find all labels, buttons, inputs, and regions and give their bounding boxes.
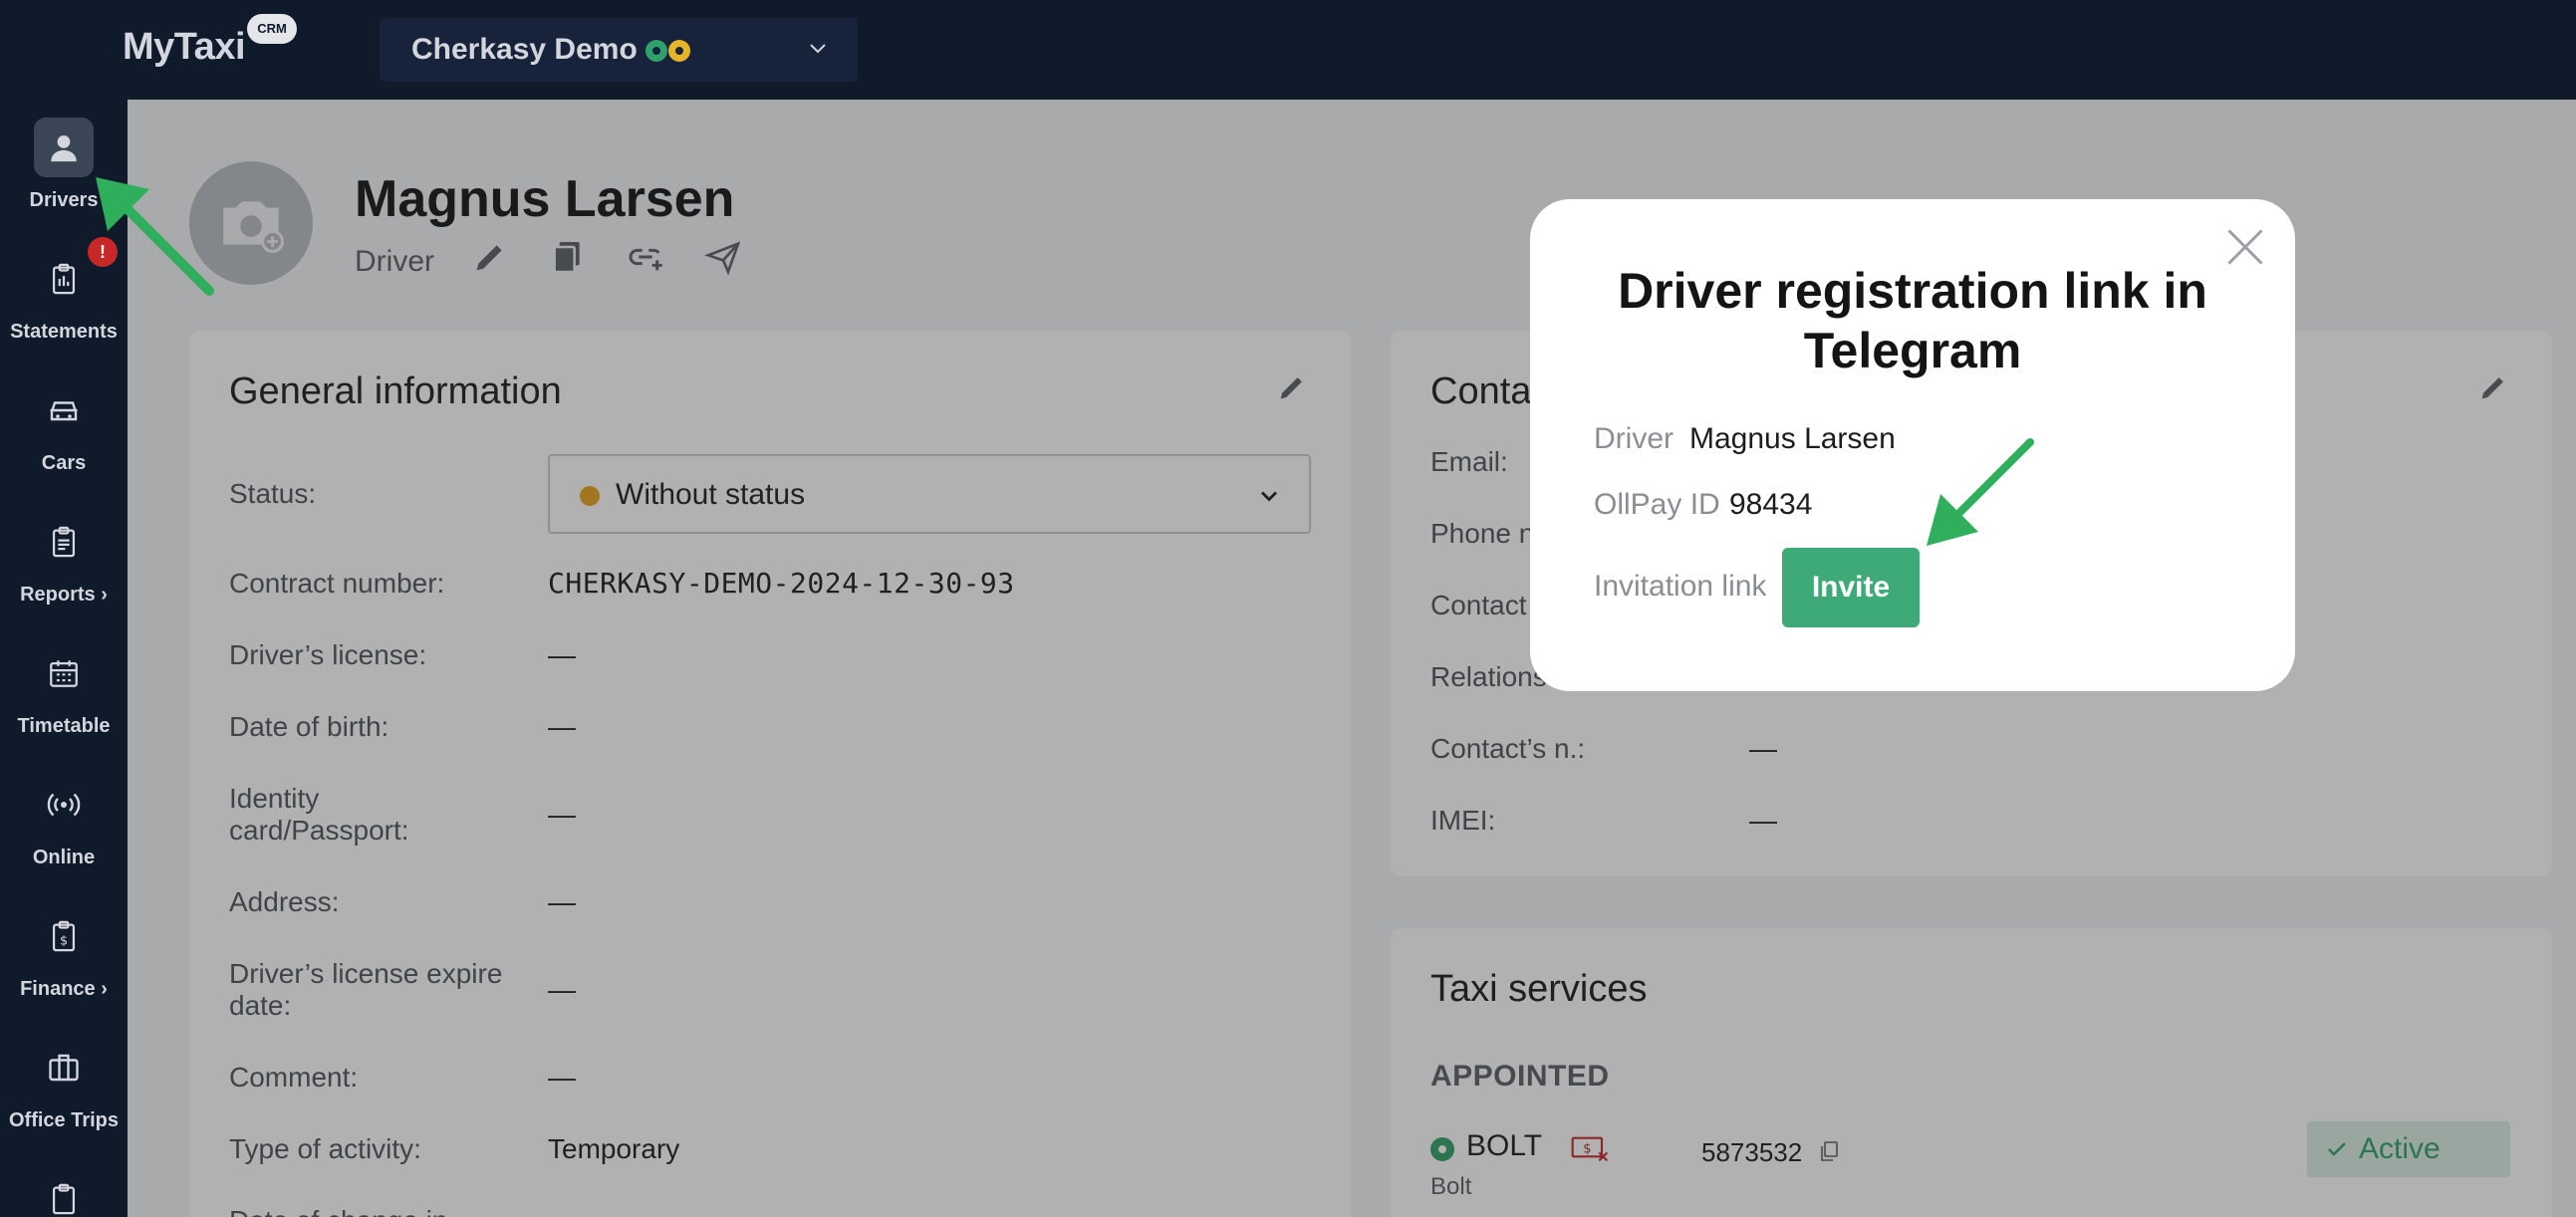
company-selector[interactable]: Cherkasy Demo — [380, 18, 858, 82]
driver-label: Driver — [1594, 422, 1674, 455]
clipboard-icon — [34, 249, 94, 309]
annotation-arrow-drivers — [96, 177, 214, 296]
sidebar-item-label: Statements — [10, 321, 118, 343]
user-icon — [34, 118, 94, 177]
sidebar-item-office-trips[interactable]: Office Trips — [0, 1020, 128, 1139]
top-bar: MyTaxi CRM Cherkasy Demo — [0, 0, 2576, 100]
sidebar-item-label: Office Trips — [8, 1109, 120, 1131]
ollpay-id-value: 98434 — [1729, 488, 1813, 521]
invitation-link-label: Invitation link — [1594, 570, 1767, 603]
calendar-icon — [34, 643, 94, 703]
invite-button[interactable]: Invite — [1782, 548, 1920, 627]
annotation-arrow-invite — [1927, 438, 2034, 546]
clipboard-icon — [34, 1169, 94, 1217]
status-yellow-icon — [668, 40, 690, 62]
ollpay-id-label: OllPay ID — [1594, 488, 1720, 521]
svg-text:$: $ — [60, 934, 68, 949]
sidebar-item-reports[interactable]: Reports › — [0, 494, 128, 613]
briefcase-icon — [34, 1038, 94, 1097]
sidebar-item-label: Reports › — [20, 584, 108, 606]
chevron-down-icon — [810, 44, 826, 54]
status-green-icon — [645, 40, 667, 62]
sidebar-item-more[interactable] — [0, 1151, 128, 1217]
broadcast-icon — [34, 775, 94, 835]
report-icon — [34, 512, 94, 572]
sidebar-item-label: Cars — [41, 452, 87, 474]
sidebar-item-label: Timetable — [17, 715, 111, 737]
company-name: Cherkasy Demo — [411, 33, 638, 66]
sidebar-item-finance[interactable]: $ Finance › — [0, 888, 128, 1008]
sidebar-item-online[interactable]: Online — [0, 757, 128, 876]
modal-title: Driver registration link in Telegram — [1618, 263, 2207, 378]
sidebar-item-label: Finance › — [20, 978, 108, 1000]
sidebar-item-label: Online — [32, 847, 96, 868]
crm-badge: CRM — [247, 14, 297, 44]
driver-value: Magnus Larsen — [1689, 422, 1896, 455]
sidebar-item-timetable[interactable]: Timetable — [0, 625, 128, 745]
telegram-link-modal: Driver registration link in Telegram Dri… — [1530, 199, 2295, 691]
sidebar-item-cars[interactable]: Cars — [0, 363, 128, 482]
car-icon — [34, 380, 94, 440]
app-logo[interactable]: MyTaxi — [123, 26, 246, 69]
finance-icon: $ — [34, 906, 94, 966]
